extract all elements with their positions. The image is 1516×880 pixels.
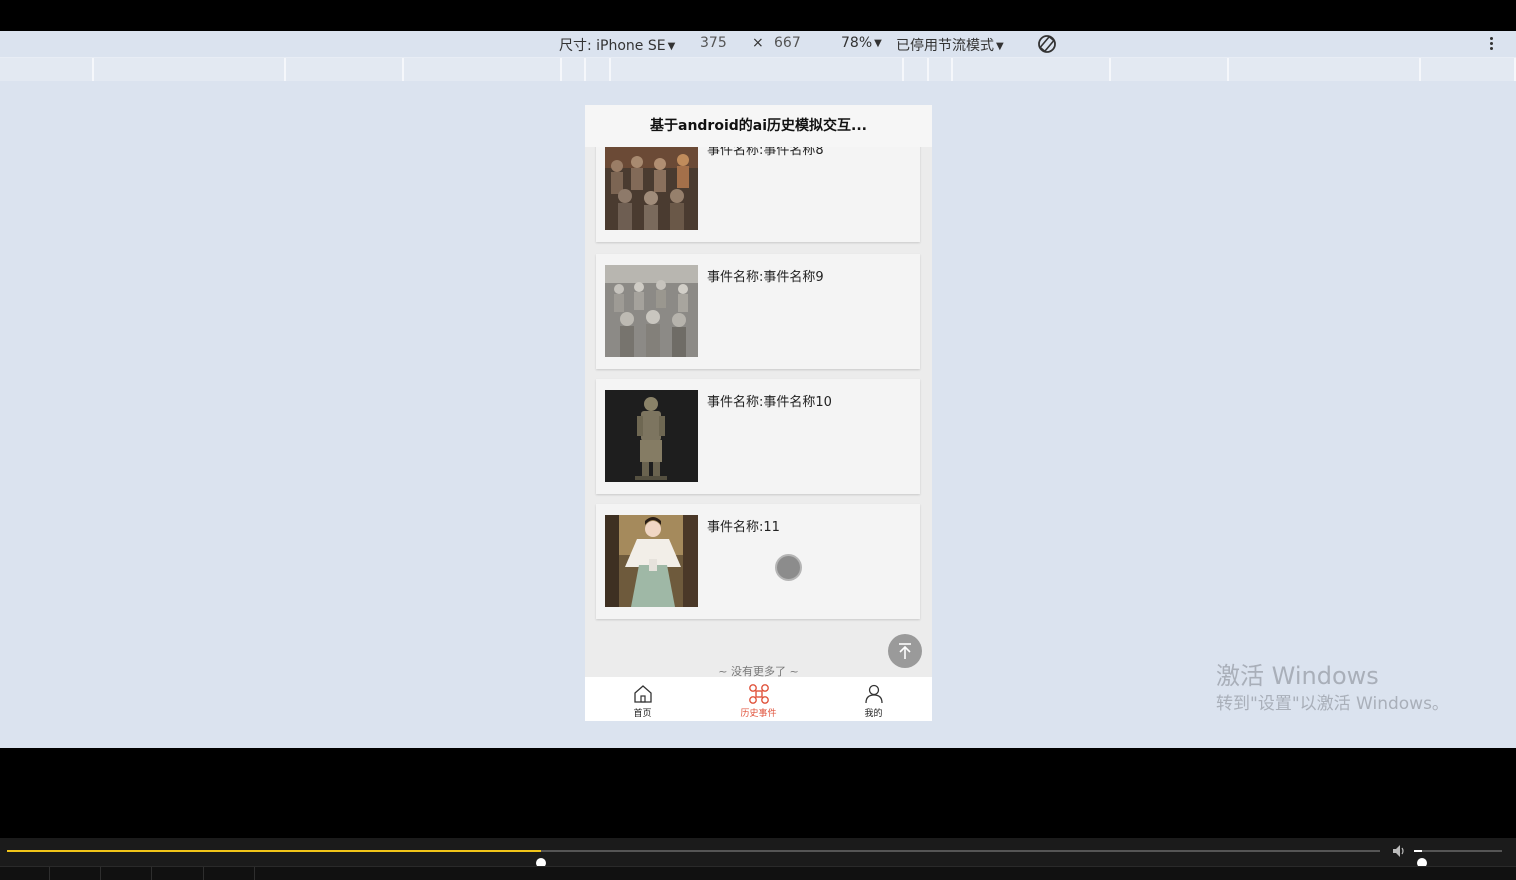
ruler-segment[interactable]	[953, 58, 1111, 82]
event-name: 事件名称:事件名称10	[707, 395, 832, 410]
video-player-controls	[0, 838, 1516, 880]
phone-screen: 基于android的ai历史模拟交互... 事件名称:事件名称8 事件名称:事件…	[585, 105, 932, 721]
ruler-segment[interactable]	[286, 58, 404, 82]
dimension-separator: ×	[752, 35, 764, 51]
volume-icon[interactable]	[1392, 844, 1408, 858]
more-options-icon[interactable]	[1487, 35, 1495, 53]
ruler-segment[interactable]	[929, 58, 953, 82]
caret-down-icon: ▼	[667, 41, 676, 52]
tab-home[interactable]: 首页	[585, 677, 700, 721]
page-title: 基于android的ai历史模拟交互...	[650, 118, 867, 134]
taskbar-segment	[204, 867, 255, 880]
device-selector[interactable]: 尺寸: iPhone SE ▼	[559, 35, 675, 55]
event-thumbnail	[605, 265, 698, 357]
taskbar-segment	[50, 867, 101, 880]
event-card[interactable]: 事件名称:事件名称8	[596, 147, 920, 242]
width-input[interactable]: 375	[700, 35, 727, 51]
seek-bar[interactable]	[7, 850, 1380, 868]
user-icon	[865, 684, 883, 704]
taskbar-segment	[152, 867, 204, 880]
ruler-segment[interactable]	[586, 58, 611, 82]
activation-watermark-subtitle: 转到"设置"以激活 Windows。	[1216, 694, 1449, 714]
event-thumbnail	[605, 515, 698, 607]
event-thumbnail	[605, 147, 698, 230]
arrow-up-icon	[899, 643, 911, 659]
ruler-segment[interactable]	[1111, 58, 1229, 82]
event-list[interactable]: 事件名称:事件名称8 事件名称:事件名称9 事件名称:事件名称10 事件名称:1…	[585, 147, 932, 677]
ruler-segment[interactable]	[904, 58, 929, 82]
event-card[interactable]: 事件名称:事件名称10	[596, 379, 920, 494]
zoom-selector[interactable]: 78% ▼	[841, 35, 882, 51]
tab-label: 首页	[633, 709, 652, 719]
rotate-icon[interactable]	[1036, 33, 1058, 55]
tab-label: 我的	[864, 709, 883, 719]
height-input[interactable]: 667	[774, 35, 801, 51]
caret-down-icon: ▼	[996, 41, 1004, 52]
event-name: 事件名称:11	[707, 520, 780, 535]
throttle-selector[interactable]: 已停用节流模式 ▼	[896, 35, 1004, 55]
activation-watermark-title: 激活 Windows	[1216, 662, 1379, 690]
touch-cursor-indicator	[775, 554, 802, 581]
event-name: 事件名称:事件名称8	[707, 147, 824, 158]
grid-command-icon	[749, 684, 769, 704]
volume-slider[interactable]	[1414, 850, 1502, 868]
caret-down-icon: ▼	[874, 38, 882, 49]
device-selector-label: 尺寸: iPhone SE	[559, 38, 666, 54]
zoom-label: 78%	[841, 35, 873, 51]
ruler-segment[interactable]	[1229, 58, 1421, 82]
taskbar-strip	[0, 866, 1516, 880]
volume-level	[1414, 850, 1422, 852]
ruler-segment[interactable]	[94, 58, 286, 82]
ruler-segment[interactable]	[562, 58, 586, 82]
seek-progress	[7, 850, 542, 852]
event-thumbnail	[605, 390, 698, 482]
home-icon	[634, 685, 652, 703]
nav-bar: 基于android的ai历史模拟交互...	[585, 105, 932, 147]
throttle-label: 已停用节流模式	[896, 38, 994, 54]
event-card[interactable]: 事件名称:11	[596, 504, 920, 619]
event-card[interactable]: 事件名称:事件名称9	[596, 254, 920, 369]
tab-label: 历史事件	[740, 709, 777, 719]
taskbar-segment	[0, 867, 50, 880]
tab-mine[interactable]: 我的	[816, 677, 931, 721]
back-to-top-button[interactable]	[888, 634, 922, 668]
ruler-segment[interactable]	[404, 58, 562, 82]
device-toolbar: 尺寸: iPhone SE ▼ 375 × 667 78% ▼ 已停用节流模式 ▼	[0, 31, 1516, 57]
taskbar-segment	[101, 867, 152, 880]
ruler-segment[interactable]	[1421, 58, 1516, 82]
tab-history-events[interactable]: 历史事件	[701, 677, 816, 721]
screen: 尺寸: iPhone SE ▼ 375 × 667 78% ▼ 已停用节流模式 ▼	[0, 0, 1516, 880]
event-name: 事件名称:事件名称9	[707, 270, 824, 285]
ruler-segment[interactable]	[611, 58, 904, 82]
media-query-ruler	[0, 57, 1516, 82]
ruler-segment[interactable]	[0, 58, 94, 82]
tab-bar: 首页 历史事件 我的	[585, 677, 932, 721]
